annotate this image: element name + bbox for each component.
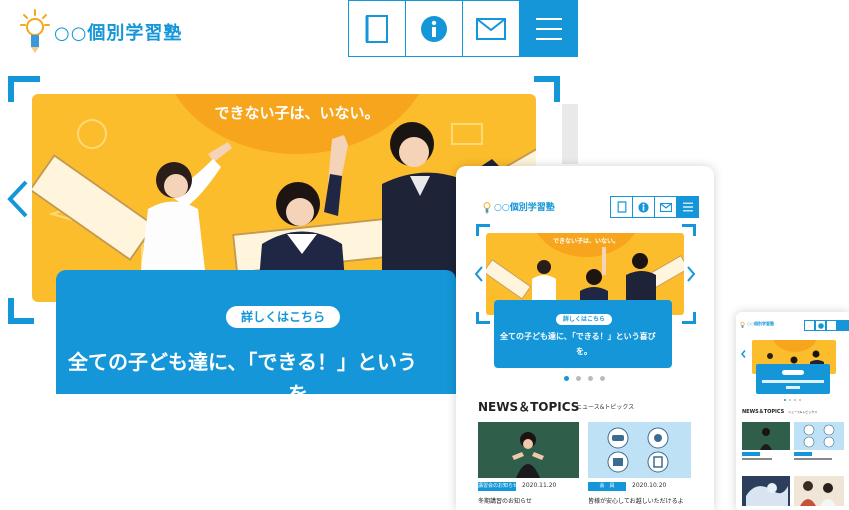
news-heading: NEWS＆TOPICS <box>742 409 785 415</box>
site-logo[interactable]: ○○個別学習塾 <box>20 8 200 54</box>
nav-document-button[interactable] <box>610 196 633 218</box>
news-date: 2020.10.20 <box>632 482 667 489</box>
slider-prev-arrow[interactable] <box>6 180 30 218</box>
slider-dot[interactable] <box>600 376 605 381</box>
slider-dot[interactable] <box>784 399 786 401</box>
news-item[interactable] <box>794 476 844 510</box>
info-icon <box>638 201 649 213</box>
document-icon <box>617 201 626 213</box>
mail-icon <box>476 17 506 40</box>
lightbulb-icon <box>483 202 491 215</box>
nav-mail-button[interactable] <box>826 320 837 331</box>
mail-icon <box>659 202 672 212</box>
news-category-badge <box>742 452 760 456</box>
hamburger-menu-icon <box>535 17 562 40</box>
nav-mail-button[interactable] <box>462 0 520 57</box>
news-title: 皆様が安心してお越しいただけるよ <box>588 498 684 505</box>
slider-dot[interactable] <box>576 376 581 381</box>
hero-catchphrase-continued: を。 <box>576 347 592 356</box>
news-heading: NEWS＆TOPICS <box>478 400 580 414</box>
nav-mail-button[interactable] <box>654 196 677 218</box>
news-thumbnail <box>588 422 691 478</box>
news-item[interactable] <box>794 422 844 462</box>
slider-dot[interactable] <box>564 376 569 381</box>
hero-catchphrase: 全ての子ども達に、「できる！」という喜び <box>500 332 656 341</box>
document-icon <box>365 14 388 43</box>
slider-dot[interactable] <box>799 399 801 401</box>
student-girl-left <box>140 142 232 279</box>
news-category-badge <box>794 452 812 456</box>
slider-dot[interactable] <box>794 399 796 401</box>
nav-menu-button[interactable] <box>519 0 578 57</box>
news-item[interactable] <box>742 476 790 510</box>
news-item[interactable]: 講習会のお知らせ 2020.11.20 冬期講習のお知らせ <box>478 422 580 510</box>
mobile-mockup: ○○個別学習塾 NEWS＆TOPICS ニュース&トピックス <box>736 312 849 510</box>
details-button-label: 詳しくはこちら <box>240 310 325 324</box>
news-thumbnail <box>794 422 844 450</box>
hero-catchphrase: 全ての子ども達に、「できる！」という <box>68 350 417 374</box>
hero-catchphrase-continued: を。 <box>288 382 328 394</box>
news-thumbnail <box>794 476 844 506</box>
lightbulb-icon <box>20 9 50 53</box>
nav-info-button[interactable] <box>405 0 463 57</box>
details-button[interactable] <box>782 370 804 375</box>
details-button[interactable]: 詳しくはこちら <box>226 306 340 328</box>
details-button[interactable]: 詳しくはこちら <box>556 314 612 325</box>
news-item[interactable] <box>742 422 790 462</box>
site-name: ○○個別学習塾 <box>747 321 774 326</box>
news-thumbnail <box>742 476 790 506</box>
site-name: ○○個別学習塾 <box>494 203 555 213</box>
tablet-mockup: ○○個別学習塾 できない子は、いない。 詳しくはこちら 全ての子ども達に、「でき… <box>456 166 714 510</box>
news-subheading: ニュース&トピックス <box>576 404 635 411</box>
news-title-line <box>794 458 832 460</box>
news-category-badge: 会 員 <box>588 482 626 491</box>
news-title: 冬期講習のお知らせ <box>478 498 532 505</box>
site-name: ○○個別学習塾 <box>54 23 183 44</box>
news-subheading: ニュース&トピックス <box>788 410 818 414</box>
lightbulb-icon <box>740 321 745 328</box>
nav-info-button[interactable] <box>815 320 826 331</box>
slider-prev-arrow[interactable] <box>474 266 484 282</box>
info-icon <box>421 15 447 42</box>
site-logo[interactable]: ○○個別学習塾 <box>482 198 582 218</box>
news-date: 2020.11.20 <box>522 482 557 489</box>
hero-caption-panel: 詳しくはこちら 全ての子ども達に、「できる！」という を。 <box>56 270 456 394</box>
slider-dot[interactable] <box>789 399 791 401</box>
site-logo[interactable]: ○○個別学習塾 <box>740 320 800 330</box>
slider-dot[interactable] <box>588 376 593 381</box>
nav-document-button[interactable] <box>348 0 406 57</box>
slider-next-arrow[interactable] <box>686 266 696 282</box>
hero-catchphrase-line <box>762 380 824 383</box>
nav-menu-button[interactable] <box>676 196 699 218</box>
hamburger-menu-icon <box>682 202 693 212</box>
next-slide-preview <box>562 104 578 164</box>
nav-menu-button[interactable] <box>837 320 849 331</box>
details-button-label: 詳しくはこちら <box>562 316 605 323</box>
news-thumbnail <box>478 422 579 478</box>
info-icon <box>817 322 824 329</box>
hero-caption-panel <box>756 364 830 394</box>
nav-document-button[interactable] <box>804 320 815 331</box>
news-thumbnail <box>742 422 790 450</box>
news-item[interactable]: 会 員 2020.10.20 皆様が安心してお越しいただけるよ <box>588 422 692 510</box>
hero-caption-panel: 詳しくはこちら 全ての子ども達に、「できる！」という喜び を。 <box>494 300 672 368</box>
slider-prev-arrow[interactable] <box>741 350 746 358</box>
nav-info-button[interactable] <box>632 196 655 218</box>
hero-catchphrase-line <box>786 386 800 389</box>
news-title-line <box>742 458 772 460</box>
news-category-badge: 講習会のお知らせ <box>478 482 518 491</box>
hero-headline: できない子は、いない。 <box>552 238 619 245</box>
